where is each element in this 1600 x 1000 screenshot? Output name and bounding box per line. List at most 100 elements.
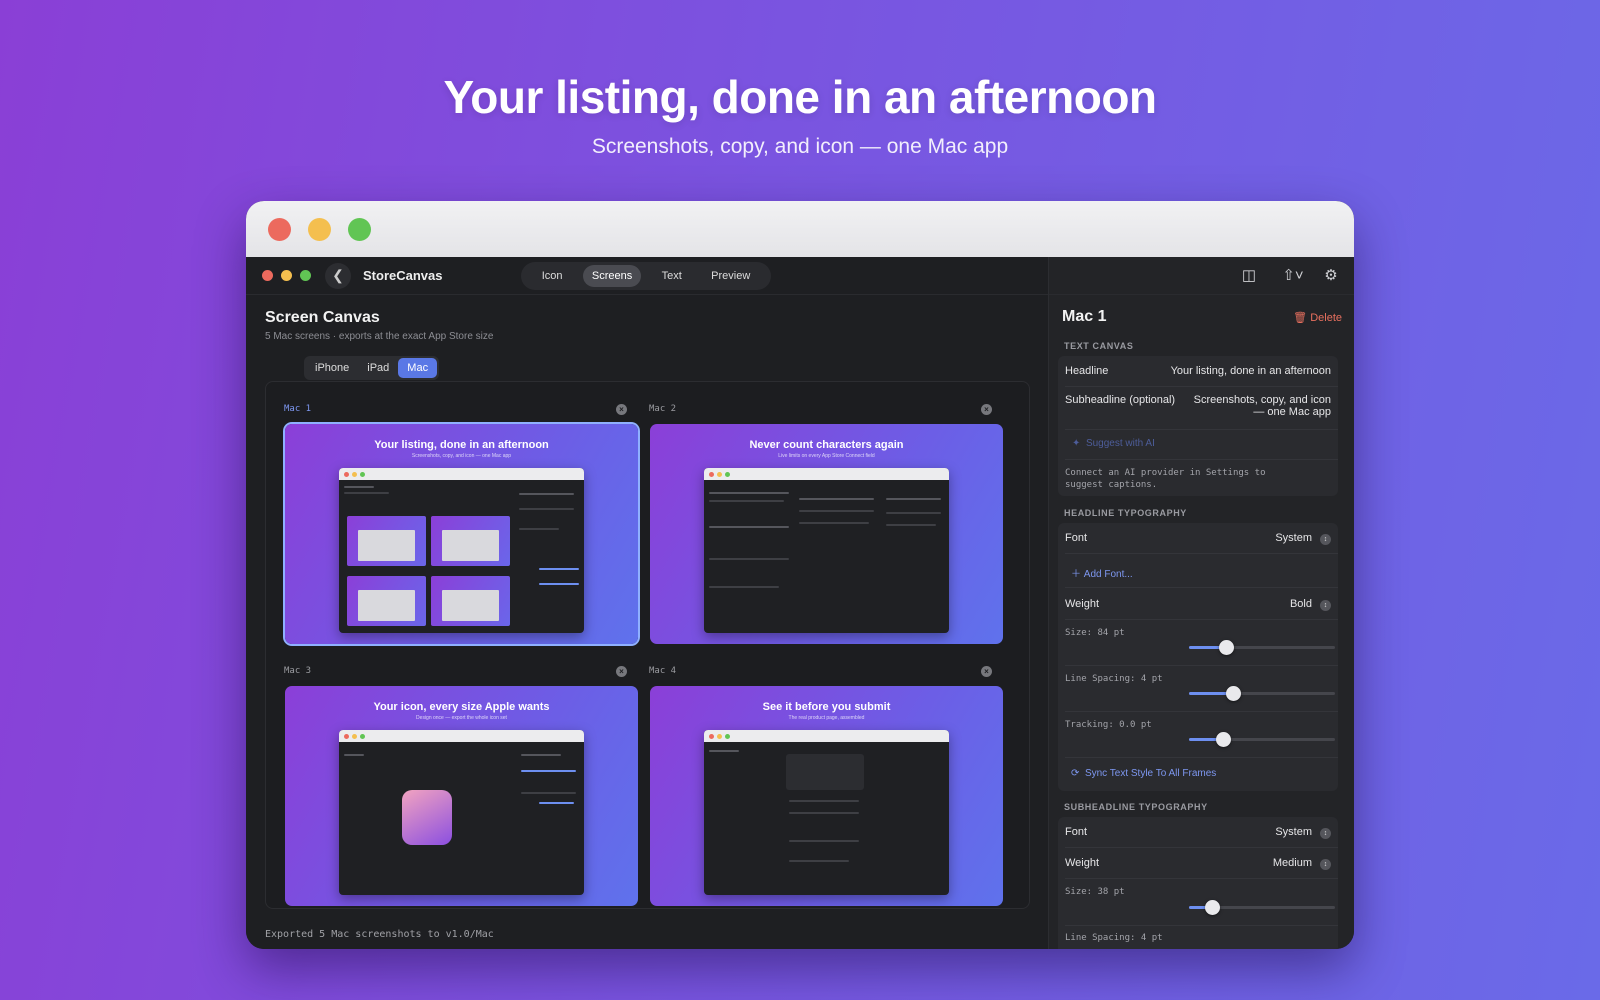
remove-frame-icon[interactable]: × [616,404,627,415]
weight-label: Weight [1065,598,1100,610]
hero-title: Your listing, done in an afternoon [443,71,1157,123]
tab-screens[interactable]: Screens [582,265,642,287]
minimize-window-button[interactable] [308,217,331,241]
sub-font-value: System [1275,826,1312,838]
slider-thumb[interactable] [1205,900,1220,915]
font-picker[interactable]: Font System ↕ [1065,532,1331,545]
text-canvas-section-label: TEXT CANVAS [1064,341,1134,351]
add-font-button[interactable]: ＋ Add Font... [1071,565,1133,580]
suggest-ai-button[interactable]: ✦ Suggest with AI [1072,438,1155,449]
frame-label: Mac 4 [649,666,677,676]
tab-icon[interactable]: Icon [533,265,572,287]
subheadline-field[interactable]: Subheadline (optional) Screenshots, copy… [1065,394,1331,418]
device-mac-button[interactable]: Mac [398,358,438,378]
stepper-icon: ↕ [1320,534,1331,545]
weight-picker[interactable]: Weight Bold ↕ [1065,598,1331,611]
headline-field[interactable]: Headline Your listing, done in an aftern… [1065,365,1331,377]
sub-font-label: Font [1065,826,1088,838]
frame-title: Your listing, done in an afternoon [374,439,549,451]
sub-weight-label: Weight [1065,857,1100,869]
app-name: StoreCanvas [363,268,443,283]
line-spacing-label: Line Spacing: 4 pt [1065,674,1163,684]
sub-size-label: Size: 38 pt [1065,887,1125,897]
sync-text-style-button[interactable]: ⟳ Sync Text Style To All Frames [1071,768,1216,779]
subheadline-typography-label: SUBHEADLINE TYPOGRAPHY [1064,802,1208,812]
mini-app-preview [704,730,949,895]
frames-grid: Mac 1 × Your listing, done in an afterno… [265,381,1030,909]
app-window: ❮ StoreCanvas Icon Screens Text Preview … [246,201,1354,949]
subheadline-value[interactable]: Screenshots, copy, and icon — one Mac ap… [1181,394,1331,418]
frame-subtitle: Screenshots, copy, and icon — one Mac ap… [411,453,512,459]
add-font-label: Add Font... [1083,569,1133,580]
mini-app-preview [339,468,584,633]
share-icon[interactable]: ⇧˅ [1279,266,1307,286]
slider-thumb[interactable] [1216,732,1231,747]
inspector-title: Mac 1 [1062,308,1107,325]
frame-card-mac-3[interactable]: Your icon, every size Apple wants Design… [285,686,638,906]
sub-font-picker[interactable]: Font System ↕ [1065,826,1331,839]
stepper-icon: ↕ [1320,600,1331,611]
subheadline-label: Subheadline (optional) [1065,394,1176,406]
frame-label: Mac 3 [284,666,312,676]
frame-title: Your icon, every size Apple wants [373,701,550,713]
sync-icon: ⟳ [1071,768,1085,779]
tab-preview[interactable]: Preview [702,265,759,287]
app-zoom-dot[interactable] [300,270,311,281]
delete-label: Delete [1310,312,1342,324]
suggest-ai-label: Suggest with AI [1085,438,1155,449]
device-ipad-button[interactable]: iPad [358,358,398,378]
size-label: Size: 84 pt [1065,628,1125,638]
slider-thumb[interactable] [1219,640,1234,655]
sub-weight-picker[interactable]: Weight Medium ↕ [1065,857,1331,870]
stepper-icon: ↕ [1320,859,1331,870]
mode-tabs: Icon Screens Text Preview [521,262,771,290]
canvas-pane: ❮ StoreCanvas Icon Screens Text Preview … [246,257,1049,949]
gear-icon[interactable]: ⚙ [1321,266,1341,286]
frame-title: See it before you submit [762,701,891,713]
tracking-slider[interactable] [1189,732,1335,747]
size-slider[interactable] [1189,640,1335,655]
close-window-button[interactable] [268,217,291,241]
tab-text[interactable]: Text [653,265,691,287]
frame-card-mac-4[interactable]: See it before you submit The real produc… [650,686,1003,906]
window-titlebar [246,201,1354,257]
trash-icon: 🗑 [1293,312,1308,324]
page-title: Screen Canvas [265,309,380,326]
status-message: Exported 5 Mac screenshots to v1.0/Mac [265,929,494,940]
sub-line-spacing-label: Line Spacing: 4 pt [1065,933,1163,943]
frame-card-mac-1[interactable]: Your listing, done in an afternoon Scree… [285,424,638,644]
frame-card-mac-2[interactable]: Never count characters again Live limits… [650,424,1003,644]
device-picker: iPhone iPad Mac [304,356,440,380]
remove-frame-icon[interactable]: × [981,666,992,677]
frame-title: Never count characters again [749,439,904,451]
remove-frame-icon[interactable]: × [981,404,992,415]
page-subtitle: 5 Mac screens · exports at the exact App… [265,331,494,342]
headline-value[interactable]: Your listing, done in an afternoon [1171,365,1331,377]
back-button[interactable]: ❮ [325,262,351,289]
delete-button[interactable]: 🗑 Delete [1293,311,1342,324]
sparkle-icon: ✦ [1072,438,1086,449]
slider-thumb[interactable] [1226,686,1241,701]
inspector-pane: ◫ ⇧˅ ⚙ Mac 1 🗑 Delete TEXT CANVAS Headli… [1049,257,1354,949]
app-icon-preview [402,790,452,845]
canvas-header: Screen Canvas 5 Mac screens · exports at… [246,295,1048,342]
remove-frame-icon[interactable]: × [616,666,627,677]
font-value: System [1275,532,1312,544]
zoom-window-button[interactable] [348,217,371,241]
sidebar-toggle-icon[interactable]: ◫ [1239,266,1259,286]
tracking-label: Tracking: 0.0 pt [1065,720,1152,730]
app-minimize-dot[interactable] [281,270,292,281]
app-close-dot[interactable] [262,270,273,281]
frame-subtitle: Live limits on every App Store Connect f… [778,453,875,459]
app-content: ❮ StoreCanvas Icon Screens Text Preview … [246,257,1354,949]
font-label: Font [1065,532,1088,544]
ai-provider-note: Connect an AI provider in Settings to su… [1065,468,1266,490]
text-canvas-card: Headline Your listing, done in an aftern… [1058,356,1338,496]
sub-weight-value: Medium [1272,857,1312,869]
mini-app-preview [339,730,584,895]
weight-value: Bold [1289,598,1312,610]
sub-size-slider[interactable] [1189,900,1335,915]
line-spacing-slider[interactable] [1189,686,1335,701]
frame-label: Mac 1 [284,404,312,414]
device-iphone-button[interactable]: iPhone [306,358,358,378]
